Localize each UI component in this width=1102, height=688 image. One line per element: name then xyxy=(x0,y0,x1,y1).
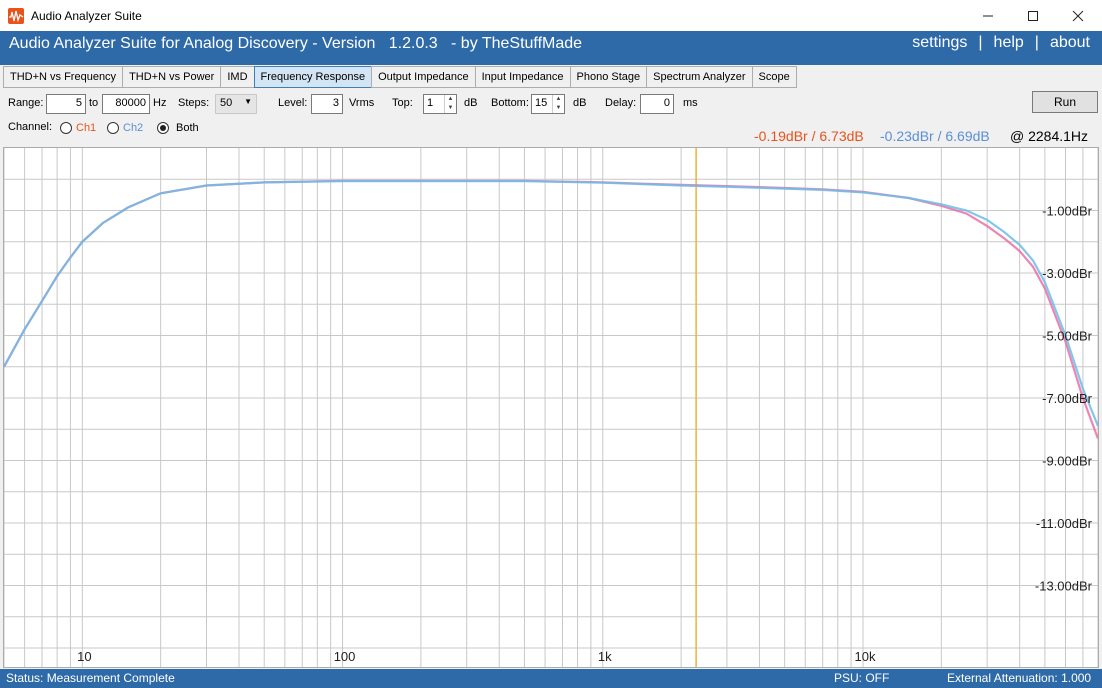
y-tick-label: -1.00dBr xyxy=(1042,204,1093,219)
range-from-input[interactable]: 5 xyxy=(46,94,86,114)
psu-status: PSU: OFF xyxy=(834,671,890,685)
y-tick-label: -13.00dBr xyxy=(1035,579,1093,594)
x-tick-label: 10k xyxy=(855,649,876,664)
delay-label: Delay: xyxy=(605,97,637,109)
chevron-down-icon: ▼ xyxy=(244,97,252,106)
steps-label: Steps: xyxy=(178,97,210,109)
close-icon xyxy=(1072,10,1084,21)
hz-label: Hz xyxy=(153,97,167,109)
bottom-db-label: dB xyxy=(573,97,587,109)
app-header: Audio Analyzer Suite for Analog Discover… xyxy=(0,31,1102,65)
x-tick-label: 1k xyxy=(598,649,612,664)
ch2-readout: -0.23dBr / 6.69dB xyxy=(880,128,990,144)
both-radio[interactable] xyxy=(157,122,169,134)
y-tick-label: -9.00dBr xyxy=(1042,454,1093,469)
top-db-label: dB xyxy=(464,97,478,109)
window-titlebar: Audio Analyzer Suite xyxy=(0,0,1102,31)
minimize-button[interactable] xyxy=(965,0,1011,31)
ms-label: ms xyxy=(683,97,698,109)
tab-phono-stage[interactable]: Phono Stage xyxy=(569,66,648,88)
x-tick-label: 100 xyxy=(334,649,356,664)
ch1-label: Ch1 xyxy=(76,122,97,134)
ch2-radio[interactable] xyxy=(107,122,119,134)
settings-link[interactable]: settings xyxy=(912,34,967,52)
ch1-readout: -0.19dBr / 6.73dB xyxy=(754,128,864,144)
series-line-ch1 xyxy=(3,179,1100,439)
vrms-label: Vrms xyxy=(349,97,375,109)
level-label: Level: xyxy=(278,97,308,109)
help-link[interactable]: help xyxy=(994,34,1024,52)
tab-thdn-vs-frequency[interactable]: THD+N vs Frequency xyxy=(3,66,124,88)
y-tick-label: -3.00dBr xyxy=(1042,266,1093,281)
level-input[interactable]: 3 xyxy=(311,94,343,114)
spinner-arrows[interactable]: ▲ ▼ xyxy=(552,95,564,113)
window-title: Audio Analyzer Suite xyxy=(31,8,142,23)
tab-scope[interactable]: Scope xyxy=(751,66,797,88)
y-tick-label: -5.00dBr xyxy=(1042,329,1093,344)
top-value: 1 xyxy=(427,97,434,109)
steps-select[interactable]: 50 ▼ xyxy=(215,94,257,114)
x-tick-label: 10 xyxy=(77,649,91,664)
link-separator: | xyxy=(1034,34,1039,51)
status-text: Status: Measurement Complete xyxy=(6,671,175,685)
minimize-icon xyxy=(983,15,993,16)
app-title: Audio Analyzer Suite for Analog Discover… xyxy=(9,35,583,52)
spinner-arrows[interactable]: ▲ ▼ xyxy=(444,95,456,113)
arrow-down-icon[interactable]: ▼ xyxy=(445,104,456,113)
tab-strip: THD+N vs Frequency THD+N vs Power IMD Fr… xyxy=(3,66,797,88)
arrow-up-icon[interactable]: ▲ xyxy=(553,95,564,104)
range-to-input[interactable]: 80000 xyxy=(102,94,150,114)
bottom-value: 15 xyxy=(535,97,548,109)
both-label: Both xyxy=(176,122,199,134)
status-bar: Status: Measurement Complete PSU: OFF Ex… xyxy=(0,669,1102,688)
about-link[interactable]: about xyxy=(1050,34,1090,52)
arrow-down-icon[interactable]: ▼ xyxy=(553,104,564,113)
cursor-frequency-readout: @ 2284.1Hz xyxy=(1010,128,1089,144)
header-links: settings | help | about xyxy=(912,34,1090,52)
tab-input-impedance[interactable]: Input Impedance xyxy=(474,66,571,88)
run-button[interactable]: Run xyxy=(1032,91,1098,113)
top-spinner[interactable]: 1 ▲ ▼ xyxy=(423,94,457,114)
to-label: to xyxy=(89,97,99,109)
arrow-up-icon[interactable]: ▲ xyxy=(445,95,456,104)
link-separator: | xyxy=(978,34,983,51)
app-waveform-icon xyxy=(8,7,24,24)
maximize-icon xyxy=(1028,10,1038,21)
delay-input[interactable]: 0 xyxy=(640,94,674,114)
series-line-ch2 xyxy=(3,179,1100,427)
tab-output-impedance[interactable]: Output Impedance xyxy=(371,66,476,88)
range-label: Range: xyxy=(8,97,44,109)
frequency-response-chart[interactable]: -1.00dBr -3.00dBr -5.00dBr -7.00dBr -9.00dBr… xyxy=(3,148,1100,667)
frequency-response-plot[interactable]: -1.00dBr -3.00dBr -5.00dBr -7.00dBr -9.00dBr… xyxy=(3,147,1100,668)
y-tick-label: -7.00dBr xyxy=(1042,391,1093,406)
steps-value: 50 xyxy=(220,97,233,109)
external-attenuation: External Attenuation: 1.000 xyxy=(947,671,1092,685)
tab-spectrum-analyzer[interactable]: Spectrum Analyzer xyxy=(646,66,753,88)
close-button[interactable] xyxy=(1055,0,1101,31)
channel-label: Channel: xyxy=(8,121,53,133)
ch1-radio[interactable] xyxy=(60,122,72,134)
top-label: Top: xyxy=(392,97,413,109)
ch2-label: Ch2 xyxy=(123,122,144,134)
tab-imd[interactable]: IMD xyxy=(220,66,255,88)
y-tick-label: -11.00dBr xyxy=(1036,516,1093,531)
tab-thdn-vs-power[interactable]: THD+N vs Power xyxy=(122,66,222,88)
tab-frequency-response[interactable]: Frequency Response xyxy=(253,66,373,88)
maximize-button[interactable] xyxy=(1010,0,1056,31)
bottom-label: Bottom: xyxy=(491,97,529,109)
bottom-spinner[interactable]: 15 ▲ ▼ xyxy=(531,94,565,114)
